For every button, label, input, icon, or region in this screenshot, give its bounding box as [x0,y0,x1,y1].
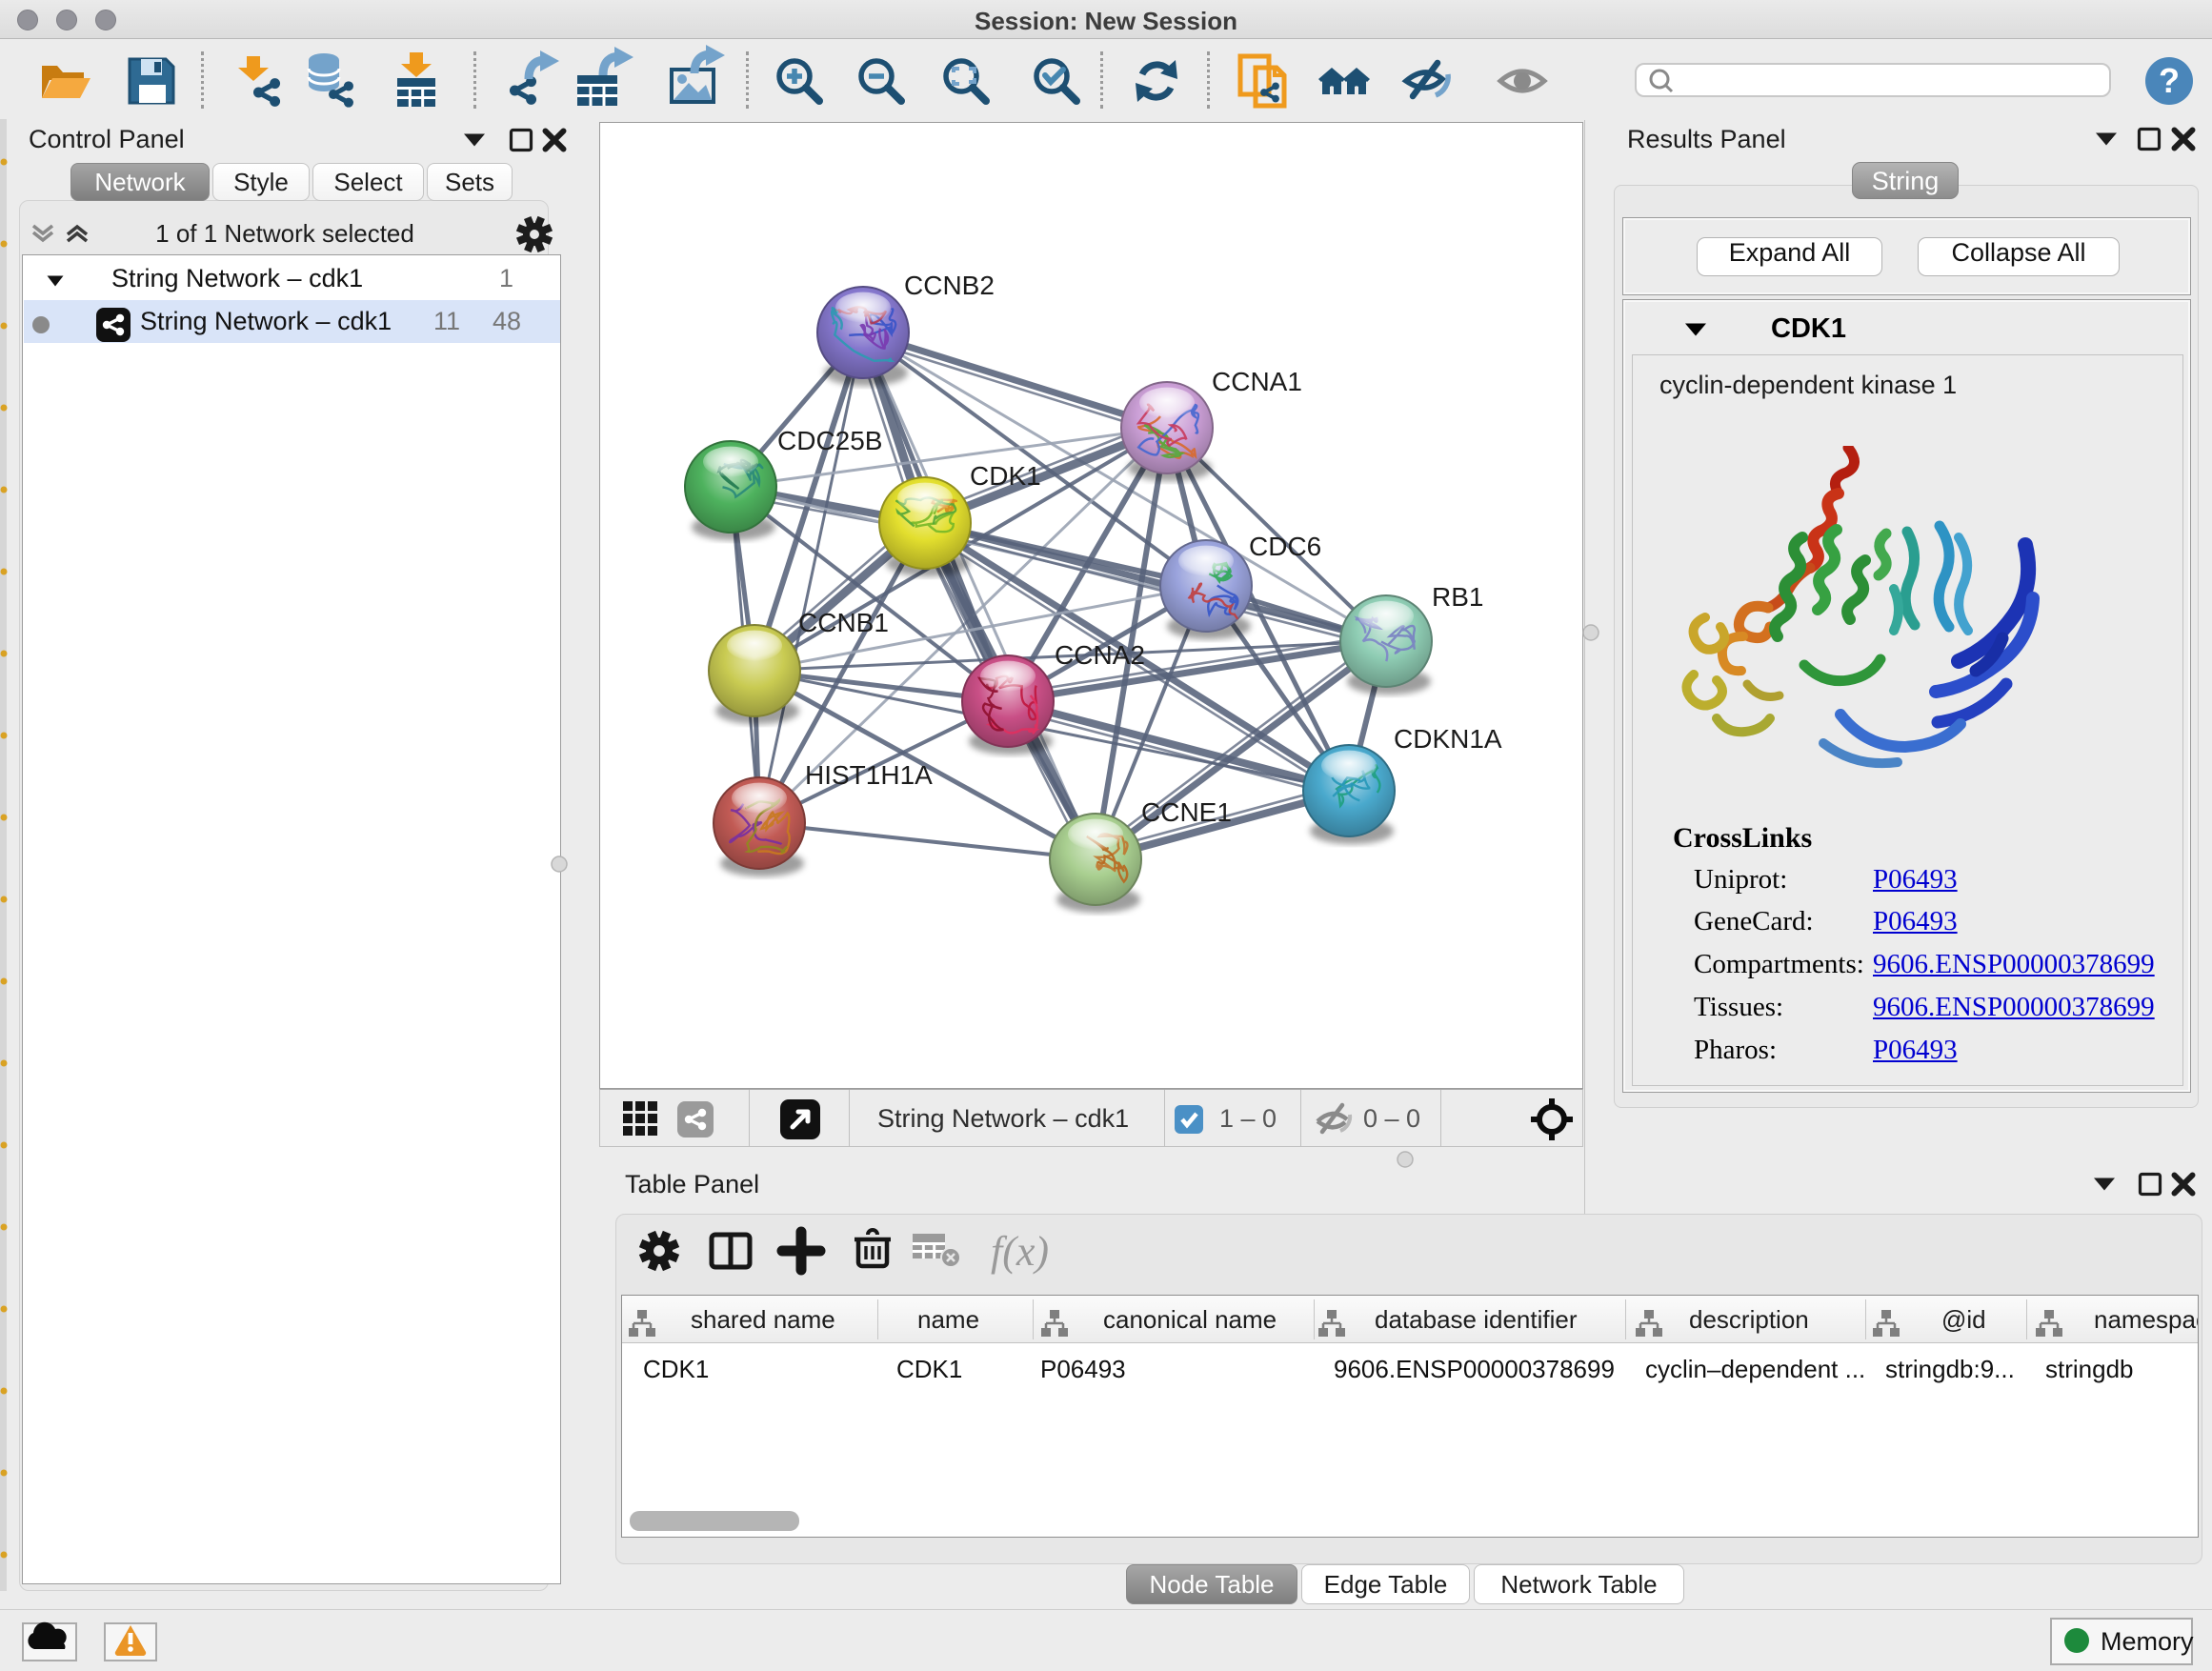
svg-text:CCNA1: CCNA1 [1212,367,1302,396]
svg-text:CCNE1: CCNE1 [1141,797,1232,827]
svg-text:HIST1H1A: HIST1H1A [805,760,933,790]
svg-text:CCNB2: CCNB2 [904,271,995,300]
svg-text:CDC6: CDC6 [1249,532,1321,561]
svg-text:CDC25B: CDC25B [777,426,882,455]
svg-text:CDK1: CDK1 [970,461,1041,491]
svg-text:CCNB1: CCNB1 [798,608,889,637]
svg-text:?: ? [2159,61,2180,100]
svg-text:RB1: RB1 [1432,582,1483,612]
svg-text:CDKN1A: CDKN1A [1394,724,1502,754]
svg-text:CCNA2: CCNA2 [1055,640,1145,670]
